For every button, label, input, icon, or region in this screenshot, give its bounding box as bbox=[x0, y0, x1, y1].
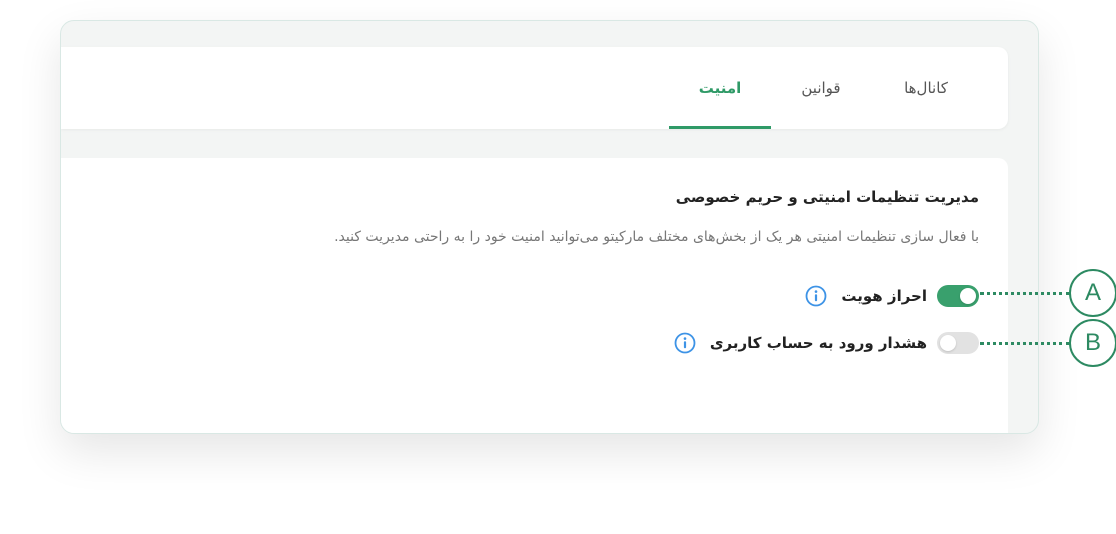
authentication-label: احراز هویت bbox=[841, 287, 927, 305]
callout-a-connector bbox=[980, 292, 1070, 295]
callout-b-connector bbox=[980, 342, 1070, 345]
tab-security[interactable]: امنیت bbox=[669, 47, 771, 129]
toggle-knob bbox=[940, 335, 956, 351]
login-alert-label: هشدار ورود به حساب کاربری bbox=[709, 334, 927, 352]
settings-window: کانال‌ها قوانین امنیت مدیریت تنظیمات امن… bbox=[60, 20, 1039, 434]
callout-b-badge: B bbox=[1069, 319, 1116, 367]
info-icon[interactable] bbox=[805, 285, 827, 307]
info-icon[interactable] bbox=[674, 332, 696, 354]
tab-rules[interactable]: قوانین bbox=[781, 47, 861, 129]
toggle-knob bbox=[960, 288, 976, 304]
setting-row-login-alert: هشدار ورود به حساب کاربری bbox=[674, 331, 979, 355]
setting-row-authentication: احراز هویت bbox=[805, 284, 979, 308]
tab-channels[interactable]: کانال‌ها bbox=[886, 47, 966, 129]
callout-a-badge: A bbox=[1069, 269, 1116, 317]
login-alert-toggle[interactable] bbox=[937, 332, 979, 354]
section-description: با فعال سازی تنظیمات امنیتی هر یک از بخش… bbox=[334, 229, 979, 245]
authentication-toggle[interactable] bbox=[937, 285, 979, 307]
active-tab-indicator bbox=[669, 126, 771, 129]
security-settings-panel: مدیریت تنظیمات امنیتی و حریم خصوصی با فع… bbox=[61, 158, 1008, 433]
section-title: مدیریت تنظیمات امنیتی و حریم خصوصی bbox=[675, 188, 979, 206]
tab-bar: کانال‌ها قوانین امنیت bbox=[61, 47, 1008, 129]
